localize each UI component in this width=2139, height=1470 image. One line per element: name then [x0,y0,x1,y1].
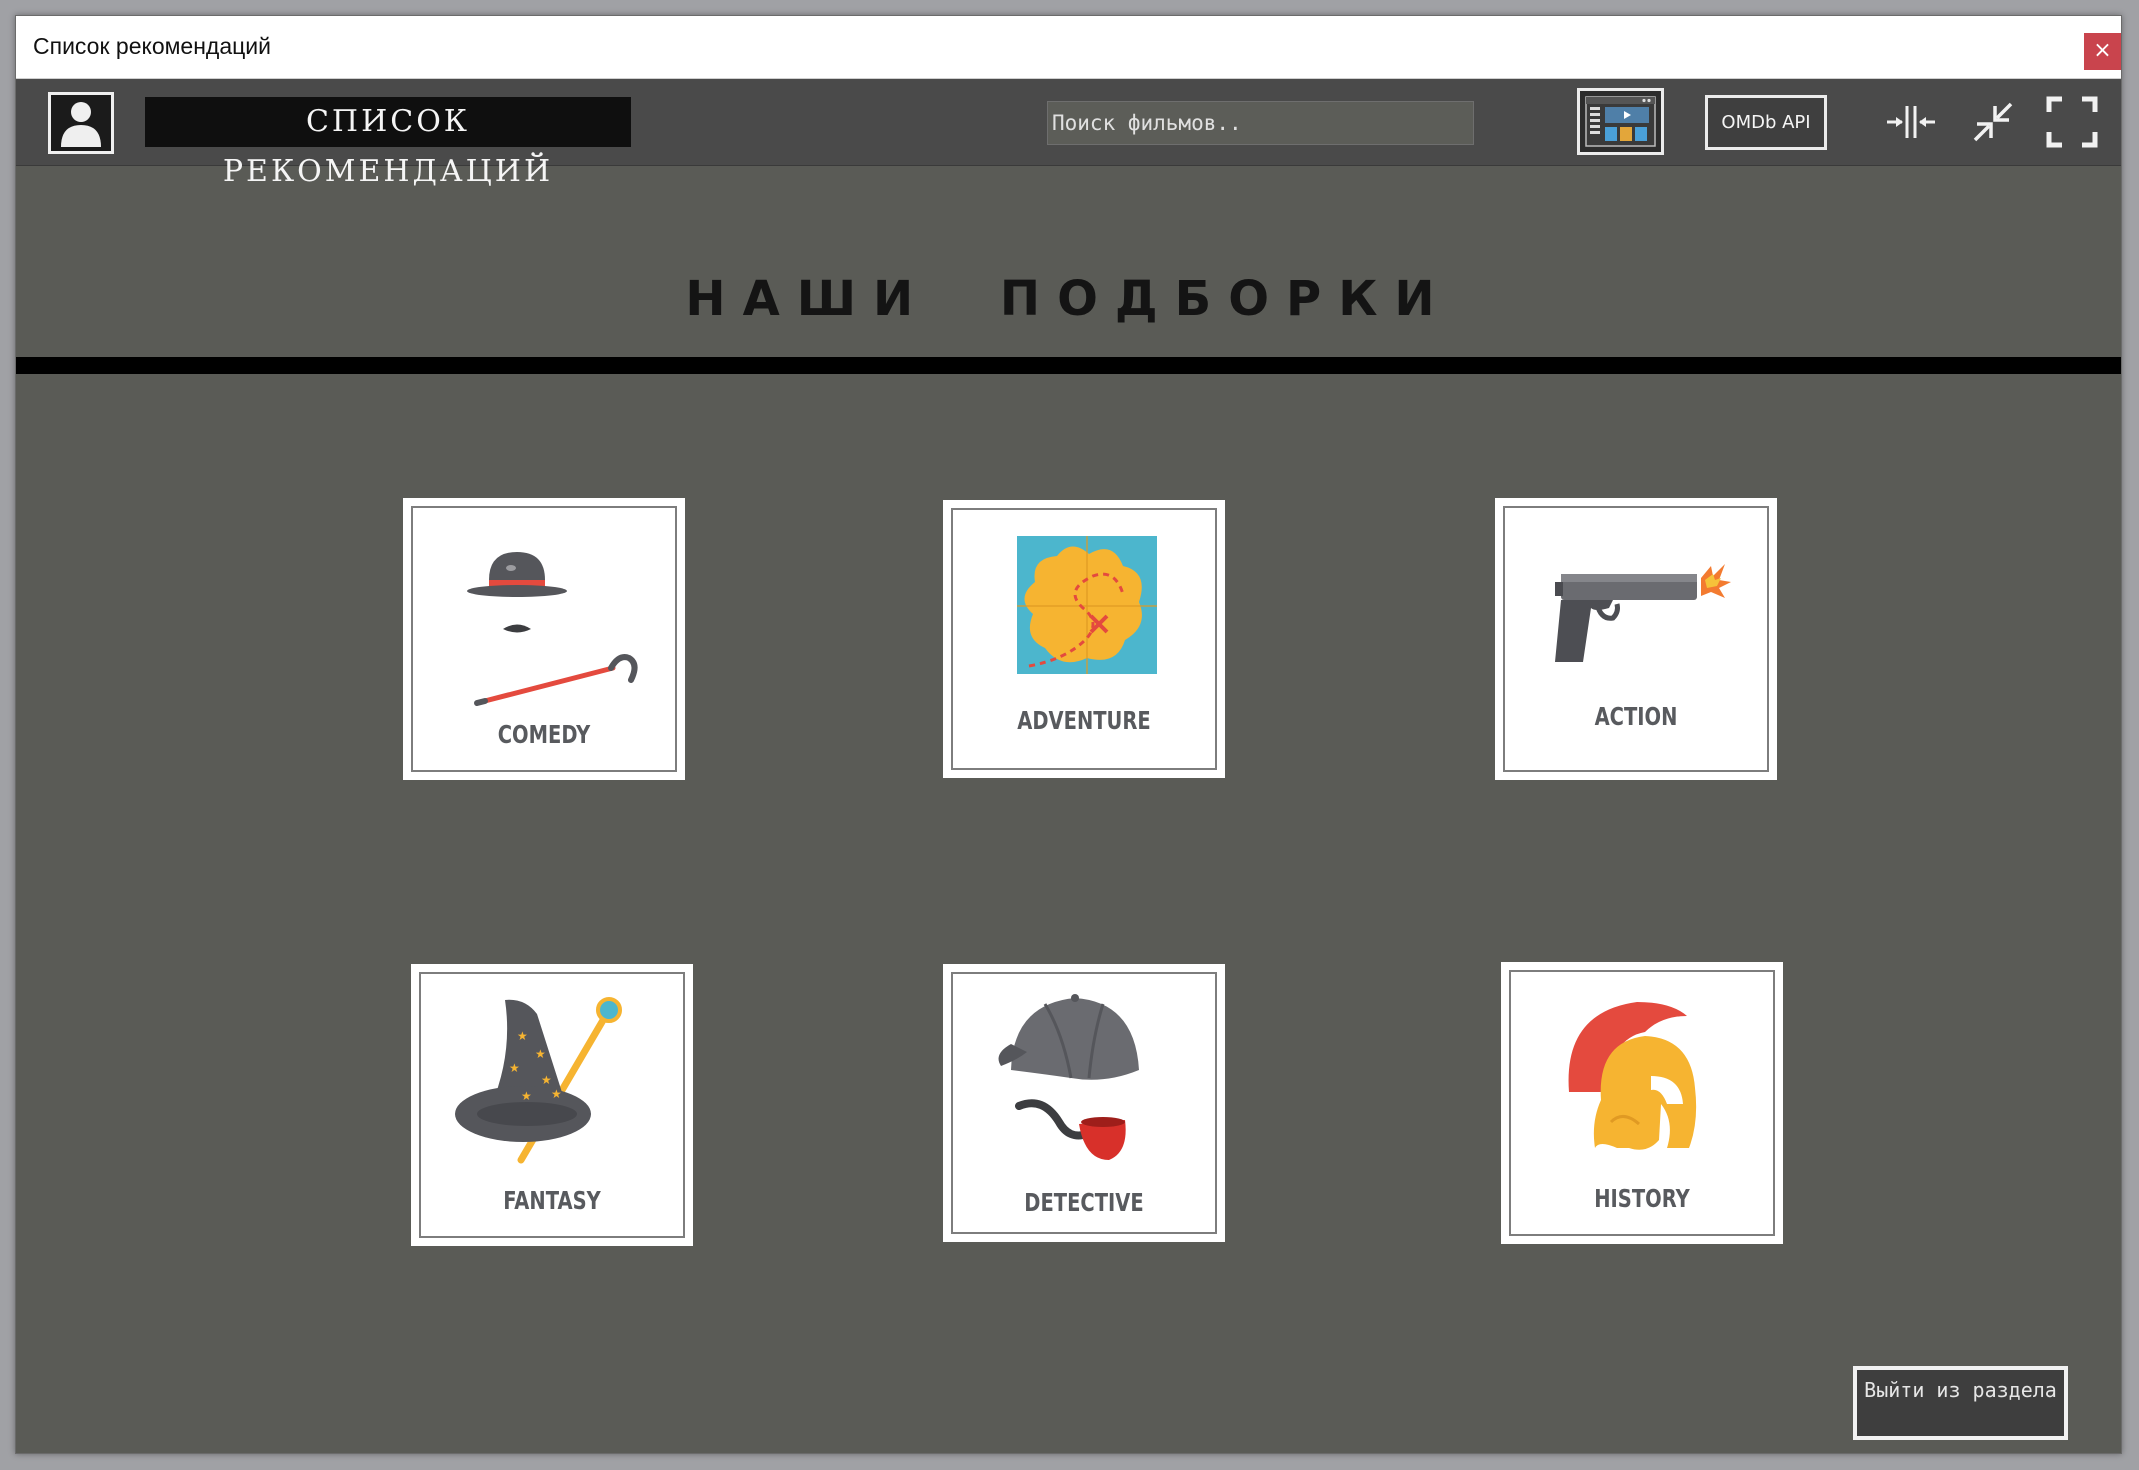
genre-card-fantasy[interactable]: ★ ★ ★ ★ ★ ★ FANTASY [411,964,693,1246]
window-titlebar: Список рекомендаций × [16,16,2121,79]
card-frame: HISTORY [1509,970,1775,1236]
fullscreen-icon[interactable] [2046,96,2098,148]
heading-divider [16,357,2121,374]
genre-label: ACTION [1594,702,1678,731]
app-window: Список рекомендаций × СПИСОК РЕКОМЕНДАЦИ… [15,15,2122,1454]
omdb-api-button[interactable]: OMDb API [1705,95,1827,150]
search-input[interactable] [1047,101,1474,145]
genre-card-comedy[interactable]: COMEDY [403,498,685,780]
genre-card-detective[interactable]: DETECTIVE [943,964,1225,1242]
media-panel-icon [1585,96,1656,147]
minimize-icon[interactable] [1967,96,2019,148]
svg-text:★: ★ [541,1073,552,1087]
svg-text:★: ★ [509,1061,520,1075]
genre-label: FANTASY [503,1186,601,1215]
genre-card-adventure[interactable]: ADVENTURE [943,500,1225,778]
media-panel-button[interactable] [1577,88,1664,155]
user-avatar-button[interactable] [48,92,114,154]
collapse-horizontal-icon[interactable] [1885,96,1937,148]
genre-label: ADVENTURE [1017,706,1151,735]
svg-text:★: ★ [535,1047,546,1061]
card-frame: ACTION [1503,506,1769,772]
genre-label: COMEDY [497,720,591,749]
page-heading: НАШИ ПОДБОРКИ [685,271,1452,327]
close-button[interactable]: × [2084,33,2121,70]
genre-label: DETECTIVE [1024,1188,1144,1217]
genre-card-action[interactable]: ACTION [1495,498,1777,780]
toolbar: СПИСОК РЕКОМЕНДАЦИЙ OMDb API [16,79,2121,189]
card-frame: COMEDY [411,506,677,772]
svg-text:★: ★ [521,1089,532,1103]
genre-label: HISTORY [1594,1184,1690,1213]
svg-text:★: ★ [551,1087,562,1101]
genre-card-history[interactable]: HISTORY [1501,962,1783,1244]
user-icon [61,102,101,147]
window-title: Список рекомендаций [33,33,271,59]
svg-text:★: ★ [517,1029,528,1043]
exit-section-button[interactable]: Выйти из раздела [1853,1366,2068,1440]
brand-title: СПИСОК РЕКОМЕНДАЦИЙ [145,97,631,189]
card-frame: DETECTIVE [951,972,1217,1234]
card-frame: ADVENTURE [951,508,1217,770]
card-frame: ★ ★ ★ ★ ★ ★ FANTASY [419,972,685,1238]
